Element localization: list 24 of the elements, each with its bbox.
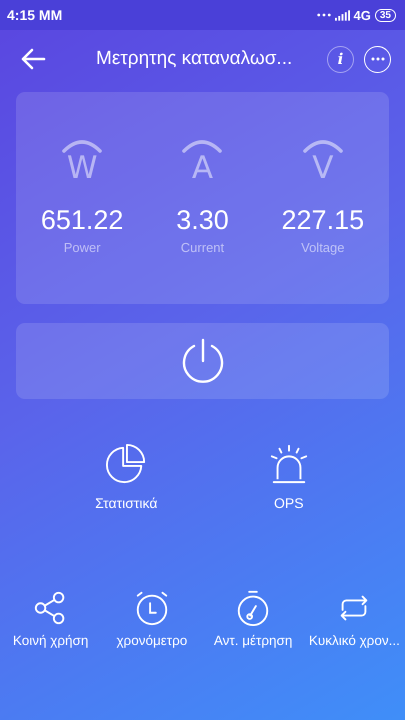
meter-label: Current bbox=[180, 240, 224, 255]
statistics-button[interactable]: Στατιστικά bbox=[95, 443, 158, 511]
status-time: 4:15 MM bbox=[7, 7, 62, 23]
signal-icon bbox=[334, 10, 350, 20]
back-button[interactable] bbox=[20, 48, 46, 70]
alarm-button[interactable]: OPS bbox=[268, 443, 310, 511]
page-title: Μετρητης καταναλωσ... bbox=[96, 48, 294, 70]
network-type: 4G bbox=[354, 8, 371, 22]
more-button[interactable] bbox=[364, 46, 391, 72]
dots-icon bbox=[316, 13, 331, 17]
back-arrow-icon bbox=[20, 48, 46, 70]
meter-value: 651.22 bbox=[40, 205, 124, 236]
meter-value: 227.15 bbox=[282, 205, 364, 236]
pie-chart-icon bbox=[105, 443, 148, 485]
share-button[interactable]: Κοινή χρήση bbox=[0, 589, 102, 648]
repeat-button[interactable]: Κυκλικό χρον... bbox=[304, 589, 405, 648]
meter-value: 3.30 bbox=[176, 205, 229, 236]
meter-label: Power bbox=[64, 240, 101, 255]
meter-label: Voltage bbox=[301, 240, 344, 255]
alarm-clock-button[interactable]: χρονόμετρο bbox=[101, 589, 202, 648]
info-button[interactable]: i bbox=[327, 46, 354, 72]
battery-level: 35 bbox=[374, 8, 396, 22]
timer-button[interactable]: Αντ. μέτρηση bbox=[202, 589, 304, 648]
more-icon bbox=[370, 57, 384, 61]
